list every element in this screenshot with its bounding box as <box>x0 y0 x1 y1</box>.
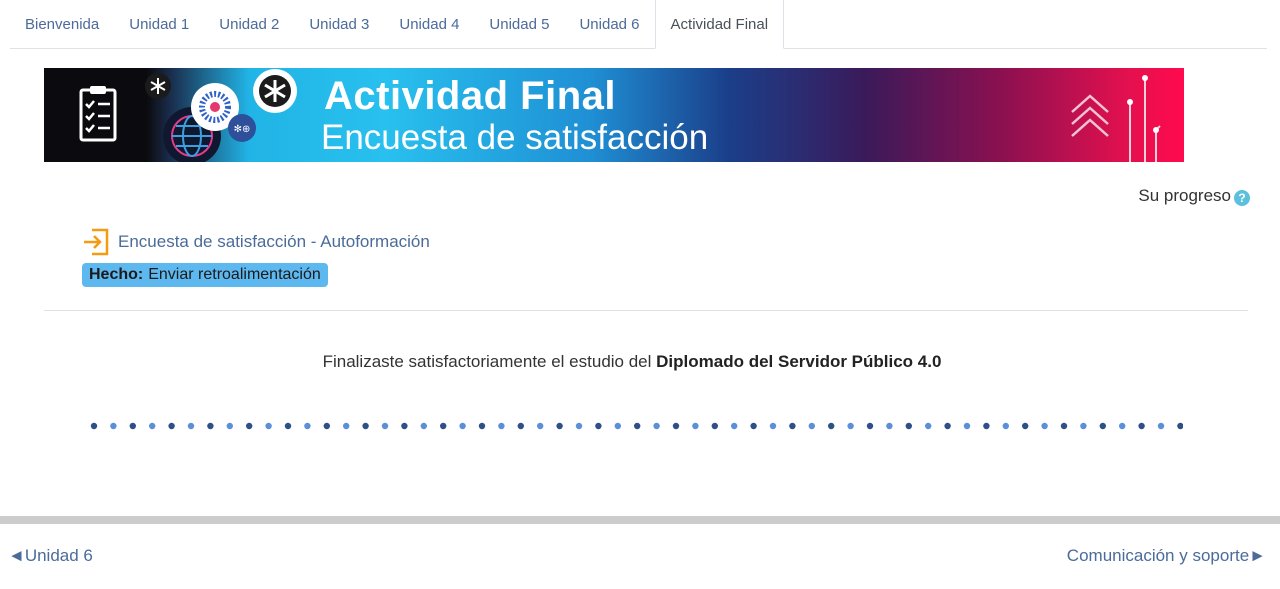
separator-dot <box>265 422 272 430</box>
progress-indicator: Su progreso ? <box>1138 186 1250 206</box>
tab-unidad-1[interactable]: Unidad 1 <box>114 0 204 48</box>
separator-dot <box>556 422 563 430</box>
asterisk-large-icon <box>253 69 297 113</box>
separator-dot <box>808 422 815 430</box>
separator-dot <box>595 422 602 430</box>
progress-label: Su progreso <box>1138 186 1231 205</box>
separator-dot <box>168 422 175 430</box>
separator-dot <box>983 422 990 430</box>
separator-dot <box>90 422 98 430</box>
small-symbols-icon: ✻⊕ <box>228 114 256 142</box>
separator-dot <box>750 422 757 430</box>
separator-dot <box>304 422 311 430</box>
separator-dot <box>886 422 893 430</box>
separator-dot <box>207 422 214 430</box>
tab-unidad-6[interactable]: Unidad 6 <box>564 0 654 48</box>
separator-dot <box>634 422 641 430</box>
tab-unidad-2[interactable]: Unidad 2 <box>204 0 294 48</box>
completion-badge: Hecho: Enviar retroalimentación <box>82 263 328 287</box>
separator-dot <box>517 422 524 430</box>
activity-item: Encuesta de satisfacción - Autoformación <box>82 228 430 256</box>
separator-dot <box>1138 422 1145 430</box>
separator-dot <box>847 422 854 430</box>
section-divider <box>44 310 1248 311</box>
separator-dot <box>478 422 486 430</box>
prev-section-link[interactable]: ◄Unidad 6 <box>8 546 93 566</box>
separator-dot <box>420 422 427 430</box>
completion-message-text: Finalizaste satisfactoriamente el estudi… <box>322 352 657 371</box>
arrow-right-icon: ► <box>1249 546 1266 565</box>
separator-dot <box>459 422 466 430</box>
separator-dot <box>110 422 117 430</box>
dotted-separator <box>90 422 1183 430</box>
completion-status: Hecho: <box>89 266 144 283</box>
enter-arrow-icon <box>84 228 109 256</box>
separator-dot <box>1080 422 1087 430</box>
completion-requirement: Enviar retroalimentación <box>148 266 321 283</box>
course-section-tabs: Bienvenida Unidad 1 Unidad 2 Unidad 3 Un… <box>10 0 1267 49</box>
circuit-lines-icon <box>1127 75 1161 162</box>
separator-dot <box>944 422 951 430</box>
separator-dot <box>323 422 330 430</box>
separator-dot <box>498 422 505 430</box>
course-name: Diplomado del Servidor Público 4.0 <box>656 352 942 371</box>
separator-dot <box>866 422 874 430</box>
separator-dot <box>653 422 660 430</box>
separator-dot <box>149 422 156 430</box>
separator-dot <box>440 422 447 430</box>
next-section-label: Comunicación y soporte <box>1066 546 1250 565</box>
separator-dot <box>246 422 253 430</box>
separator-dot <box>789 422 796 430</box>
separator-dot <box>537 422 544 430</box>
chevrons-up-icon <box>1071 94 1109 137</box>
separator-dot <box>1099 422 1106 430</box>
question-circle-icon[interactable]: ? <box>1234 190 1250 206</box>
separator-dot <box>1002 422 1009 430</box>
separator-dot <box>187 422 195 430</box>
separator-dot <box>769 422 777 430</box>
section-banner: ✻⊕ Actividad Final Encuesta de satisfacc… <box>44 68 1184 162</box>
asterisk-icon <box>145 73 171 99</box>
separator-dot <box>828 422 835 430</box>
svg-text:✻⊕: ✻⊕ <box>234 124 251 135</box>
completion-message: Finalizaste satisfactoriamente el estudi… <box>0 352 1264 372</box>
separator-dot <box>1177 422 1183 430</box>
separator-dot <box>963 422 971 430</box>
separator-dot <box>226 422 233 430</box>
separator-dot <box>711 422 718 430</box>
separator-dot <box>1157 422 1165 430</box>
tab-actividad-final[interactable]: Actividad Final <box>654 0 785 49</box>
separator-dot <box>1041 422 1048 430</box>
separator-dot <box>1060 422 1068 430</box>
tab-unidad-3[interactable]: Unidad 3 <box>294 0 384 48</box>
tab-unidad-4[interactable]: Unidad 4 <box>384 0 474 48</box>
separator-dot <box>362 422 369 430</box>
prev-section-label: Unidad 6 <box>24 546 93 565</box>
arrow-left-icon: ◄ <box>8 546 25 565</box>
tab-bienvenida[interactable]: Bienvenida <box>10 0 114 48</box>
separator-dot <box>575 422 583 430</box>
banner-title: Actividad Final <box>324 74 616 118</box>
activity-link[interactable]: Encuesta de satisfacción - Autoformación <box>118 232 430 252</box>
separator-dot <box>284 422 292 430</box>
separator-dot <box>672 422 680 430</box>
separator-dot <box>381 422 389 430</box>
separator-dot <box>129 422 136 430</box>
separator-dot <box>614 422 621 430</box>
separator-dot <box>1022 422 1029 430</box>
separator-dot <box>925 422 932 430</box>
footer-separator <box>0 516 1280 524</box>
separator-dot <box>343 422 350 430</box>
separator-dot <box>731 422 738 430</box>
separator-dot <box>905 422 912 430</box>
separator-dot <box>1119 422 1126 430</box>
tab-unidad-5[interactable]: Unidad 5 <box>474 0 564 48</box>
checklist-icon <box>79 86 117 142</box>
separator-dot <box>401 422 408 430</box>
separator-dot <box>692 422 699 430</box>
banner-subtitle: Encuesta de satisfacción <box>321 118 709 157</box>
next-section-link[interactable]: Comunicación y soporte► <box>1067 546 1266 566</box>
